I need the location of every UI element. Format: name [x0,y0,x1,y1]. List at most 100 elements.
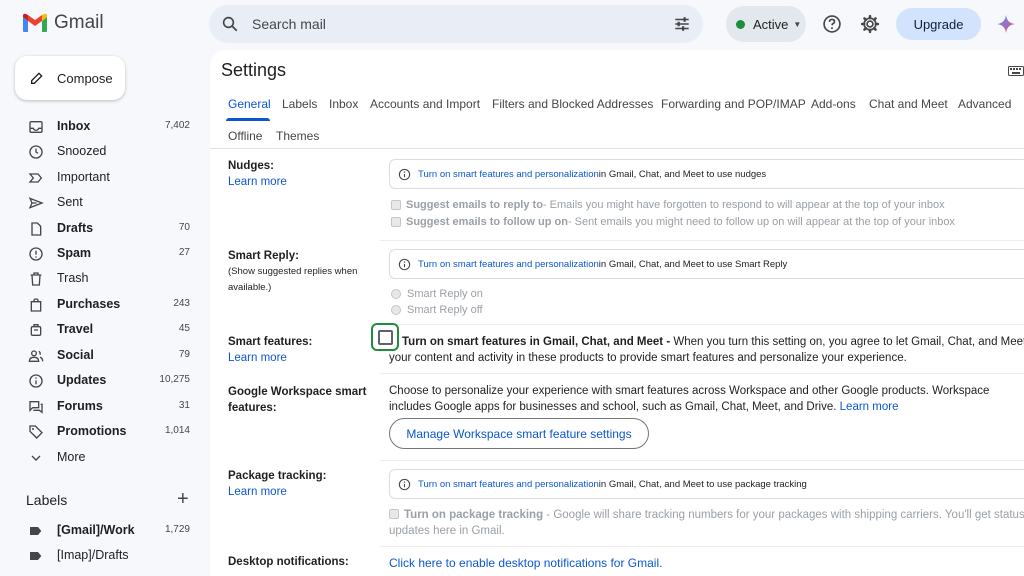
tab-offline[interactable]: Offline [228,129,262,143]
nudge-follow-up-option: Suggest emails to follow up on - Sent em… [391,216,955,228]
notice-text: in Gmail, Chat, and Meet to use nudges [598,168,767,180]
sidebar-item-trash[interactable]: Trash [0,266,200,291]
smart-reply-label: Smart Reply: [228,250,299,262]
label-item-label: [Gmail]/Work [57,523,135,537]
info-icon [29,374,43,388]
smart-features-checkbox-focus[interactable] [371,323,399,351]
manage-workspace-settings-button[interactable]: Manage Workspace smart feature settings [389,418,649,449]
tab-inbox[interactable]: Inbox [329,97,358,111]
sidebar-item-count: 79 [178,349,190,360]
search-input[interactable] [252,5,652,43]
chevron-down-icon: ▼ [793,19,802,29]
gmail-logo[interactable]: Gmail [22,12,104,34]
tab-forwarding-and-pop-imap[interactable]: Forwarding and POP/IMAP [661,97,806,111]
gear-icon[interactable] [860,14,880,34]
help-icon[interactable] [822,14,842,34]
tab-filters-and-blocked-addresses[interactable]: Filters and Blocked Addresses [492,97,653,111]
tab-themes[interactable]: Themes [276,129,319,143]
smart-features-label: Smart features: [228,336,313,348]
add-label-icon[interactable]: + [177,489,189,509]
keyboard-icon[interactable] [1008,66,1024,76]
enable-desktop-notifications-link[interactable]: Click here to enable desktop notificatio… [389,556,662,570]
tab-labels[interactable]: Labels [282,97,317,111]
sidebar-item-promotions[interactable]: Promotions 1,014 [0,419,200,444]
label-icon [30,527,42,535]
sidebar-item-updates[interactable]: Updates 10,275 [0,368,200,393]
workspace-text: Choose to personalize your experience wi… [389,385,990,413]
sidebar-item-label: Trash [57,271,89,285]
smart-reply-notice: Turn on smart features and personalizati… [389,249,1024,279]
search-options-icon[interactable] [673,15,691,33]
compose-button[interactable]: Compose [15,56,125,100]
label-item-count: 1,729 [164,524,190,535]
sidebar-item-spam[interactable]: Spam 27 [0,241,200,266]
smart-features-title: Turn on smart features in Gmail, Chat, a… [402,336,671,348]
info-icon [398,258,411,270]
desktop-notifications-label: Desktop notifications: [228,556,349,568]
label-item-imap-drafts[interactable]: [Imap]/Drafts [0,543,200,568]
sidebar-item-count: 45 [178,323,190,334]
sidebar-item-important[interactable]: Important [0,165,200,190]
sidebar-item-label: Updates [57,373,107,387]
package-tracking-option: Turn on package tracking - Google will s… [389,507,1024,539]
status-label: Active [753,16,789,32]
smart-features-learn-more-link[interactable]: Learn more [228,352,287,364]
sidebar-item-travel[interactable]: Travel 45 [0,317,200,342]
option-title: Turn on package tracking [404,509,544,521]
tab-accounts-and-import[interactable]: Accounts and Import [370,97,480,111]
workspace-learn-more-link[interactable]: Learn more [840,401,899,413]
smart-features-link[interactable]: Turn on smart features and personalizati… [418,169,599,180]
sidebar-item-count: 27 [178,247,190,258]
option-text: - Emails you might have forgotten to res… [542,199,945,211]
sidebar-item-label: Snoozed [57,144,107,158]
row-divider [380,460,1024,461]
label-item-gmail-work[interactable]: [Gmail]/Work 1,729 [0,518,200,543]
important-icon [28,173,43,183]
people-icon [28,350,44,362]
trash-icon [30,272,42,286]
sidebar-item-more[interactable]: More [0,445,200,470]
smart-features-link[interactable]: Turn on smart features and personalizati… [418,479,599,490]
sidebar-item-forums[interactable]: Forums 31 [0,394,200,419]
info-icon [398,478,411,490]
sidebar-item-drafts[interactable]: Drafts 70 [0,216,200,241]
smart-features-checkbox[interactable] [378,330,393,345]
page-title: Settings [221,60,287,80]
sidebar-item-snoozed[interactable]: Snoozed [0,139,200,164]
shopping-bag-icon [30,298,42,312]
option-title: Suggest emails to reply to [406,199,543,211]
info-icon [398,168,411,180]
tab-add-ons[interactable]: Add-ons [811,97,856,111]
search-bar[interactable] [209,5,703,43]
option-text: - Sent emails you might need to follow u… [567,216,956,228]
notice-text: in Gmail, Chat, and Meet to use package … [598,478,807,490]
labels-heading: Labels [26,492,68,508]
sidebar-item-label: Social [57,348,94,362]
gemini-sparkle-icon[interactable] [996,14,1016,34]
smart-features-link[interactable]: Turn on smart features and personalizati… [418,259,599,270]
upgrade-button[interactable]: Upgrade [896,8,981,40]
tabs-divider [210,148,1024,149]
status-selector[interactable]: Active ▼ [726,6,806,42]
sidebar-item-label: Drafts [57,221,94,235]
sidebar-item-inbox[interactable]: Inbox 7,402 [0,114,200,139]
luggage-icon [30,324,42,336]
tab-general[interactable]: General [228,97,271,111]
clock-icon [29,145,43,159]
nudge-reply-option: Suggest emails to reply to - Emails you … [391,199,945,211]
tab-advanced[interactable]: Advanced [958,97,1011,111]
selected-tab-indicator [226,118,270,121]
package-tracking-learn-more-link[interactable]: Learn more [228,486,287,498]
row-divider [380,324,1024,325]
sidebar-item-social[interactable]: Social 79 [0,343,200,368]
status-dot [736,19,745,29]
option-text: Smart Reply on [407,288,483,300]
sidebar-item-label: Purchases [57,297,121,311]
sidebar-item-label: Sent [57,195,83,209]
nudges-learn-more-link[interactable]: Learn more [228,176,287,188]
sidebar-item-sent[interactable]: Sent [0,190,200,215]
notice-text: in Gmail, Chat, and Meet to use Smart Re… [598,258,788,270]
tab-chat-and-meet[interactable]: Chat and Meet [869,97,948,111]
search-icon[interactable] [221,15,239,33]
sidebar-item-purchases[interactable]: Purchases 243 [0,292,200,317]
